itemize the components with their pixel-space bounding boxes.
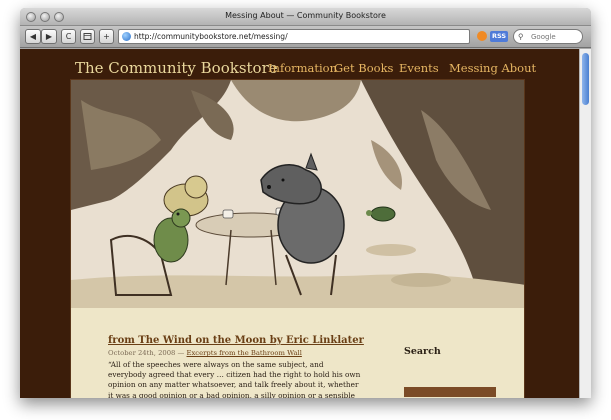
- back-arrow-icon: ◀: [29, 32, 37, 41]
- scrollbar-thumb[interactable]: [582, 53, 589, 105]
- nav-get-books[interactable]: Get Books: [334, 61, 393, 75]
- reload-button[interactable]: C: [61, 29, 76, 44]
- browser-window: Messing About — Community Bookstore ◀ ▶ …: [20, 8, 591, 398]
- post-excerpt: “All of the speeches were always on the …: [108, 360, 361, 398]
- add-bookmark-button[interactable]: +: [99, 29, 114, 44]
- title-bar: Messing About — Community Bookstore: [20, 8, 591, 26]
- nav-information[interactable]: Information: [268, 61, 337, 75]
- meta-separator: —: [177, 349, 185, 357]
- bookmarks-icon: [83, 33, 92, 40]
- vertical-scrollbar[interactable]: [579, 49, 591, 398]
- web-page: The Community Bookstore Information Get …: [20, 49, 579, 398]
- sidebar-search-heading: Search: [404, 346, 441, 357]
- nav-messing-about[interactable]: Messing About: [449, 61, 536, 75]
- address-bar[interactable]: http://communitybookstore.net/messing/: [118, 29, 470, 44]
- post-category-link[interactable]: Excerpts from the Bathroom Wall: [187, 349, 302, 357]
- tea-party-illustration: [71, 80, 524, 308]
- forward-arrow-icon: ▶: [45, 32, 53, 41]
- search-input[interactable]: [531, 32, 579, 42]
- post-title-link[interactable]: from The Wind on the Moon by Eric Linkla…: [108, 335, 364, 346]
- feed-icon[interactable]: [477, 31, 487, 41]
- address-bar-url: http://communitybookstore.net/messing/: [134, 32, 288, 41]
- window-title: Messing About — Community Bookstore: [225, 11, 386, 20]
- site-title[interactable]: The Community Bookstore: [75, 59, 278, 77]
- header-illustration: [71, 80, 524, 308]
- plus-icon: +: [103, 32, 110, 41]
- rss-button[interactable]: RSS: [490, 31, 509, 42]
- back-button[interactable]: ◀: [25, 29, 41, 44]
- content-area: from The Wind on the Moon by Eric Linkla…: [70, 79, 525, 398]
- search-icon: ⚲: [518, 32, 524, 41]
- sidebar-search-input[interactable]: [404, 387, 496, 397]
- search-field[interactable]: ⚲: [513, 29, 583, 44]
- bookmarks-button[interactable]: [80, 29, 95, 44]
- browser-toolbar: ◀ ▶ C + http://communitybookstore.net/me…: [20, 26, 591, 48]
- globe-icon: [122, 32, 131, 41]
- reload-icon: C: [65, 32, 72, 41]
- post-meta: October 24th, 2008 — Excerpts from the B…: [108, 349, 302, 357]
- forward-button[interactable]: ▶: [41, 29, 57, 44]
- post-date: October 24th, 2008: [108, 349, 176, 357]
- nav-events[interactable]: Events: [399, 61, 439, 75]
